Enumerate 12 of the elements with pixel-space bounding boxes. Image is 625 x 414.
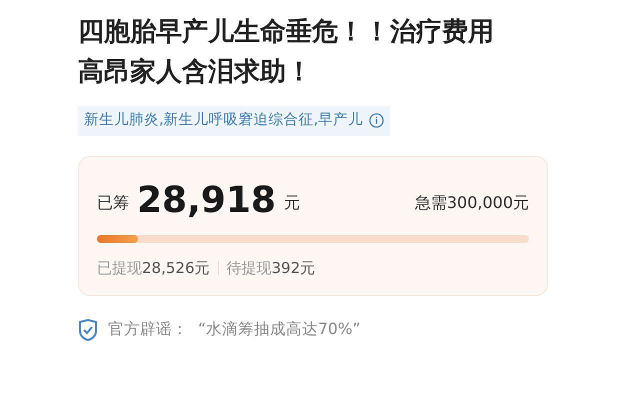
pending-amount: 待提现392元 [226, 258, 316, 279]
tag-text: 新生儿肺炎,新生儿呼吸窘迫综合征,早产儿 [84, 110, 364, 130]
campaign-title: 四胞胎早产儿生命垂危！！治疗费用高昂家人含泪求助！ [78, 16, 495, 89]
shield-check-icon [78, 318, 98, 341]
target-amount: 急需300,000元 [414, 192, 529, 214]
withdrawn-amount: 已提现28,526元 [97, 258, 210, 279]
raised-amount: 28,918 [137, 182, 276, 219]
info-icon[interactable] [369, 113, 384, 128]
notice-text[interactable]: “水滴筹抽成高达70%” [198, 318, 361, 342]
raised-label: 已筹 [97, 192, 129, 214]
currency-unit: 元 [284, 192, 300, 214]
notice-label: 官方辟谣： [108, 319, 188, 340]
